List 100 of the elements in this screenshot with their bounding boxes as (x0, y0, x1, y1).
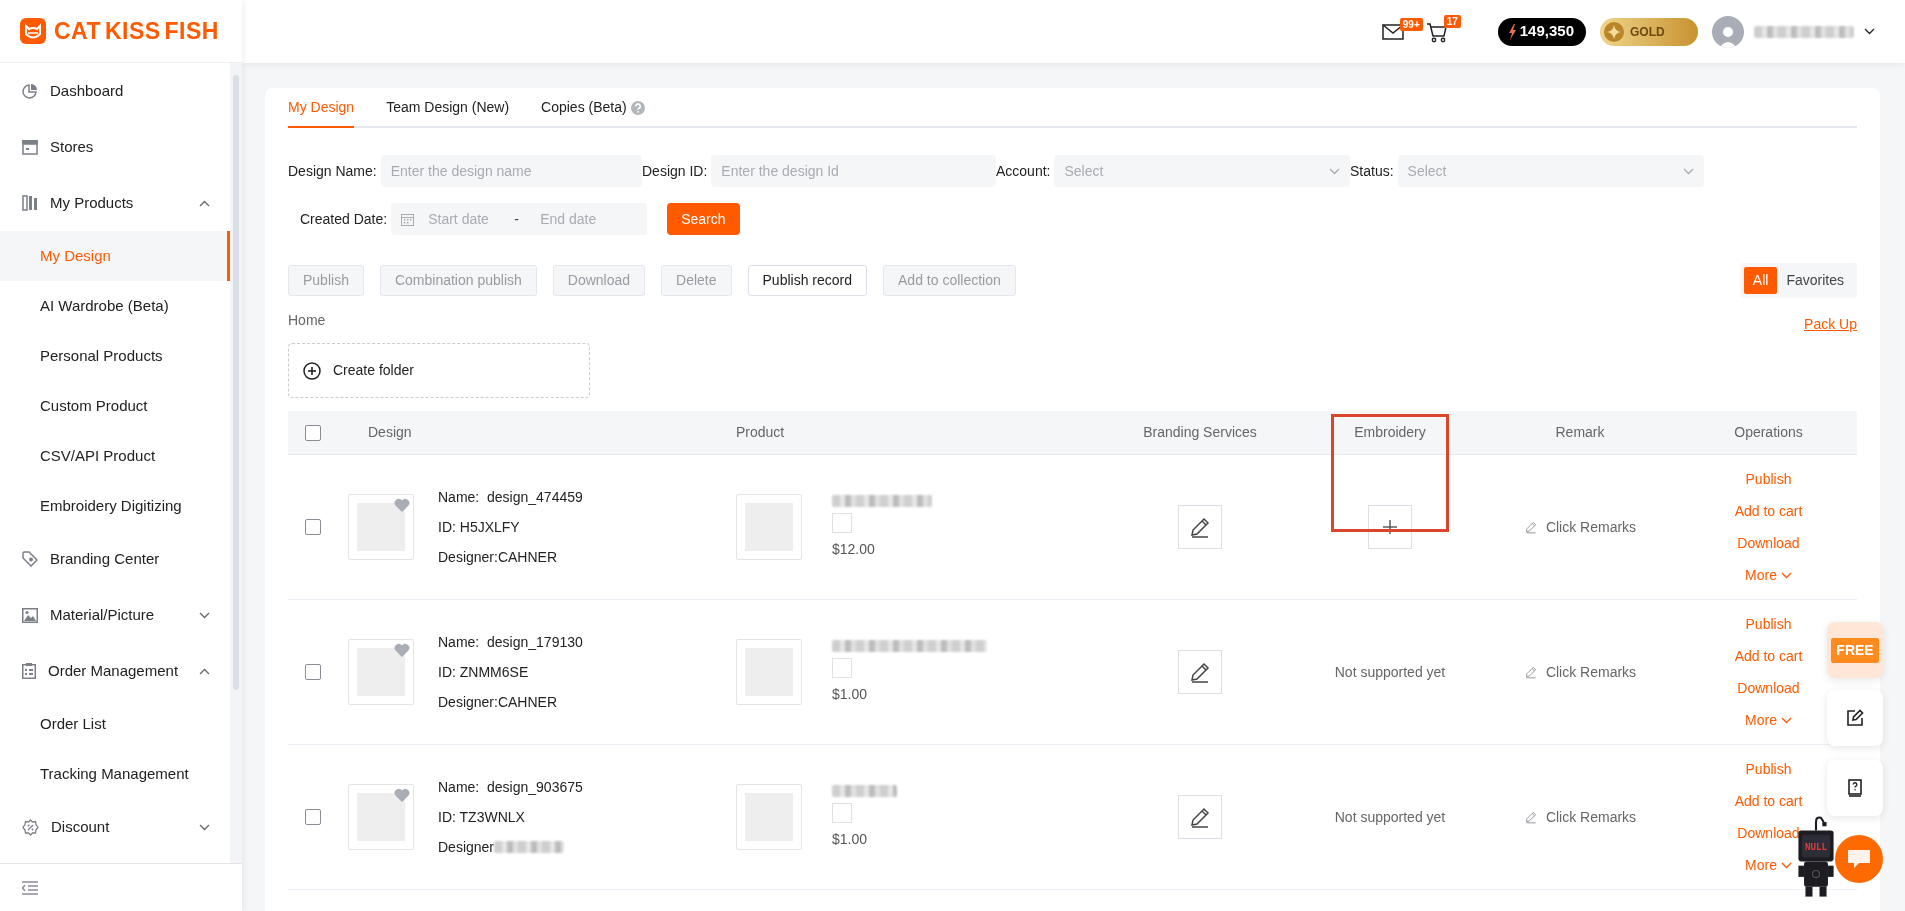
account-menu-chevron-icon[interactable] (1864, 28, 1875, 35)
toggle-option[interactable]: Favorites (1777, 266, 1853, 294)
toggle-option[interactable]: All (1743, 266, 1778, 294)
free-promo-button[interactable]: FREE (1827, 622, 1883, 678)
text-input[interactable]: Enter the design name (380, 155, 642, 187)
store-icon (22, 139, 38, 155)
design-id: ID: ZNMM6SE (438, 662, 530, 682)
search-button[interactable]: Search (667, 203, 740, 235)
select-dropdown[interactable]: Select (1397, 155, 1704, 187)
design-name: Name: design_179130 (438, 632, 583, 652)
sidebar-subitem[interactable]: Tracking Management (0, 749, 230, 799)
operation-link[interactable]: Publish (1745, 468, 1792, 490)
operation-link[interactable]: Publish (1745, 613, 1792, 635)
lightning-icon (1507, 23, 1517, 40)
operation-link[interactable]: Download (1737, 532, 1800, 554)
text-input[interactable]: Enter the design Id (711, 155, 996, 187)
sidebar-item[interactable]: Order Management (0, 643, 230, 699)
sidebar-subitem[interactable]: CSV/API Product (0, 431, 230, 481)
operation-link[interactable]: Download (1737, 822, 1800, 844)
tab[interactable]: Team Design (New) (386, 97, 510, 128)
sidebar-item[interactable]: Stores (0, 119, 230, 175)
heart-icon[interactable] (394, 498, 410, 512)
edit-branding-button[interactable] (1178, 650, 1222, 694)
heart-icon[interactable] (394, 643, 410, 657)
help-icon[interactable] (630, 100, 645, 115)
design-name: Name: design_903675 (438, 777, 583, 797)
chevron-down-icon (1780, 716, 1792, 724)
select-dropdown[interactable]: Select (1054, 155, 1350, 187)
pencil-icon (1188, 515, 1212, 539)
breadcrumb[interactable]: Home (288, 310, 326, 331)
more-menu-link[interactable]: More (1745, 564, 1792, 586)
more-menu-link[interactable]: More (1745, 854, 1792, 876)
star-icon (1604, 21, 1624, 42)
product-thumbnail[interactable] (736, 494, 802, 560)
photo-placeholder (357, 648, 405, 696)
edit-branding-button[interactable] (1178, 505, 1222, 549)
field-label: Status: (1350, 161, 1394, 181)
sidebar-item[interactable]: Branding Center (0, 531, 230, 587)
product-price: $1.00 (832, 829, 869, 849)
operation-link[interactable]: Add to cart (1734, 645, 1803, 667)
action-button[interactable]: Publish record (747, 264, 867, 296)
designer-name: Designer:CAHNER (438, 547, 558, 567)
operation-link[interactable]: Add to cart (1734, 500, 1803, 522)
pencil-icon (1523, 520, 1538, 534)
sidebar-subitem[interactable]: Personal Products (0, 331, 230, 381)
product-thumbnail[interactable] (736, 784, 802, 850)
sidebar-subitem[interactable]: AI Wardrobe (Beta) (0, 281, 230, 331)
photo-placeholder (357, 793, 405, 841)
membership-level[interactable]: GOLD (1600, 17, 1698, 46)
help-guide-button[interactable] (1827, 760, 1883, 816)
product-thumbnail[interactable] (736, 639, 802, 705)
column-header: Operations (1734, 423, 1803, 442)
sidebar-item[interactable]: Dashboard (0, 63, 230, 119)
sidebar-subitem[interactable]: Embroidery Digitizing (0, 481, 230, 531)
pencil-icon (1188, 805, 1212, 829)
remark-link[interactable]: Click Remarks (1523, 516, 1637, 538)
operation-link[interactable]: Download (1737, 677, 1800, 699)
points-balance[interactable]: 149,350 (1497, 17, 1586, 46)
more-menu-link[interactable]: More (1745, 709, 1792, 731)
color-swatch (832, 802, 852, 823)
tab[interactable]: My Design (288, 97, 355, 128)
row-checkbox[interactable] (305, 809, 321, 825)
column-header: Remark (1555, 423, 1605, 442)
date-range-picker[interactable]: Start date - End date (391, 203, 648, 235)
plus-icon (1383, 520, 1397, 534)
edit-icon (1846, 709, 1864, 727)
operation-link[interactable]: Publish (1745, 758, 1792, 780)
design-name: Name: design_474459 (438, 487, 583, 507)
remark-link[interactable]: Click Remarks (1523, 661, 1637, 683)
tab[interactable]: Copies (Beta) (541, 97, 645, 128)
select-all-checkbox[interactable] (305, 424, 321, 441)
heart-icon[interactable] (394, 788, 410, 802)
remark-link[interactable]: Click Remarks (1523, 806, 1637, 828)
collapse-menu-icon[interactable] (22, 880, 38, 895)
design-thumbnail[interactable] (348, 784, 414, 850)
pie-chart-icon (22, 83, 38, 99)
edit-branding-button[interactable] (1178, 795, 1222, 839)
sidebar-item[interactable]: My Products (0, 175, 230, 231)
pack-up-link[interactable]: Pack Up (1804, 314, 1857, 335)
row-checkbox[interactable] (305, 664, 321, 680)
clipboard-icon (22, 663, 36, 679)
designer-name: Designer:CAHNER (438, 692, 558, 712)
sidebar-subitem[interactable]: My Design (0, 231, 230, 281)
create-folder-button[interactable]: Create folder (288, 343, 590, 398)
cart-icon[interactable] (1425, 20, 1448, 43)
sidebar-subitem[interactable]: Custom Product (0, 381, 230, 431)
products-icon (22, 195, 38, 211)
design-thumbnail[interactable] (348, 494, 414, 560)
add-embroidery-button[interactable] (1368, 505, 1412, 549)
sidebar-item[interactable]: Discount (0, 799, 230, 855)
operation-link[interactable]: Add to cart (1734, 790, 1803, 812)
feedback-button[interactable] (1827, 690, 1883, 746)
photo-placeholder (357, 503, 405, 551)
mail-icon[interactable] (1381, 23, 1404, 40)
avatar[interactable] (1712, 15, 1744, 48)
row-checkbox[interactable] (305, 519, 321, 535)
sidebar-item[interactable]: Material/Picture (0, 587, 230, 643)
sidebar-subitem[interactable]: Order List (0, 699, 230, 749)
designer-name: Designer (438, 837, 495, 857)
design-thumbnail[interactable] (348, 639, 414, 705)
